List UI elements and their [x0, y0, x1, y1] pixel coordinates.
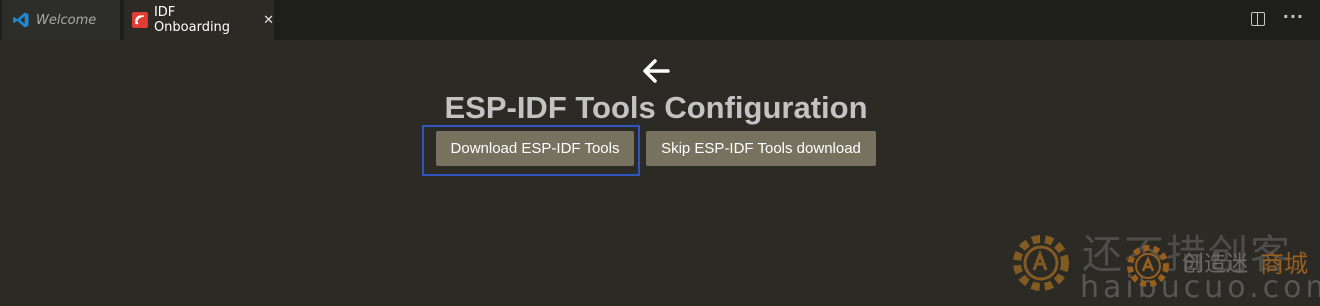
tab-idf-onboarding[interactable]: IDF Onboarding ✕ [124, 0, 274, 40]
page-title: ESP-IDF Tools Configuration [444, 90, 868, 125]
gear-logo-icon [1013, 235, 1069, 291]
watermark-brand: 创造迷 [1182, 252, 1249, 277]
gear-logo-small-icon [1127, 245, 1169, 287]
tab-welcome[interactable]: Welcome [2, 0, 120, 40]
vscode-logo-icon [13, 12, 29, 28]
watermark-mall: 商城 [1260, 250, 1308, 278]
split-editor-icon[interactable] [1250, 12, 1265, 26]
tab-welcome-label: Welcome [36, 12, 97, 28]
skip-tools-download-button[interactable]: Skip ESP-IDF Tools download [646, 131, 876, 166]
tab-idf-onboarding-label: IDF Onboarding [153, 5, 231, 35]
espressif-icon [132, 12, 148, 28]
tab-bar: Welcome IDF Onboarding ✕ ··· [0, 0, 1320, 40]
more-actions-icon[interactable]: ··· [1283, 9, 1304, 26]
watermark: 还不措创客 haibucuo.com 创造迷 商城 [1006, 224, 1320, 306]
close-icon[interactable]: ✕ [263, 13, 274, 28]
download-tools-button[interactable]: Download ESP-IDF Tools [436, 131, 634, 166]
back-arrow-icon[interactable] [640, 56, 672, 86]
editor-actions: ··· [1250, 9, 1304, 26]
